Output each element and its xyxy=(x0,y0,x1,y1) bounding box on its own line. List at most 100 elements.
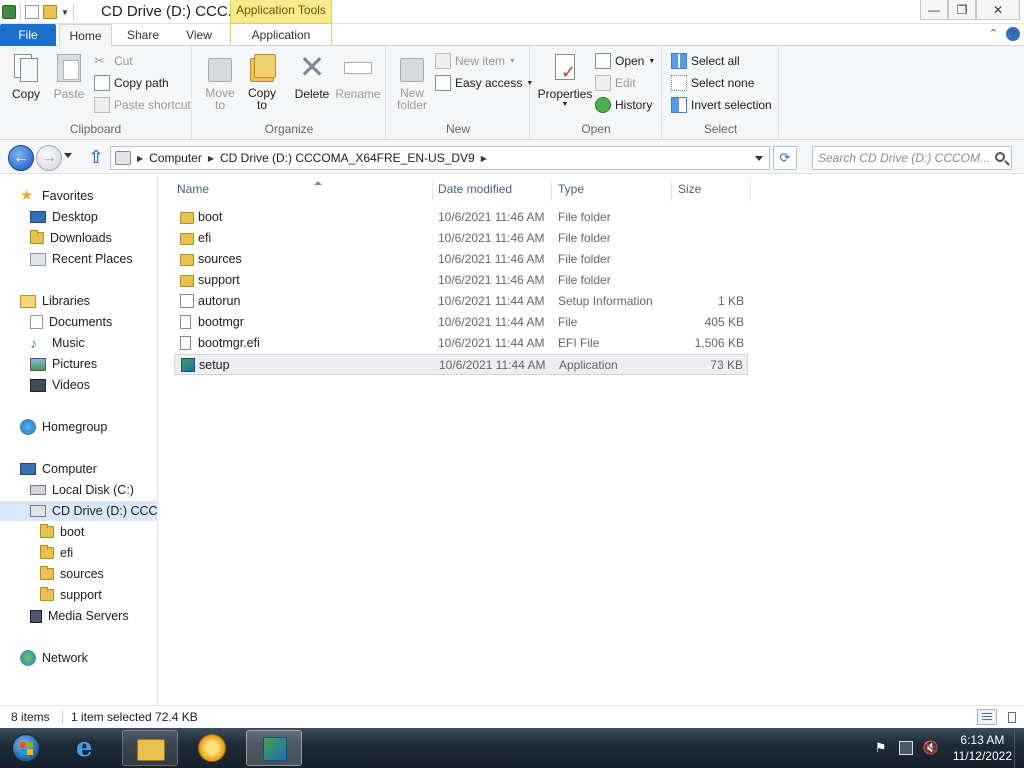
cut-button[interactable]: ✂ Cut xyxy=(94,52,133,70)
easy-access-button[interactable]: Easy access ▼ xyxy=(435,74,533,92)
up-arrow-icon[interactable]: ⇧ xyxy=(88,148,104,167)
nav-efi[interactable]: efi xyxy=(40,543,73,563)
details-view-icon xyxy=(982,713,992,721)
edit-button[interactable]: Edit xyxy=(595,74,636,92)
file-row[interactable]: boot 10/6/2021 11:46 AM File folder xyxy=(174,207,748,228)
nav-videos[interactable]: Videos xyxy=(30,375,90,395)
nav-boot[interactable]: boot xyxy=(40,522,84,542)
nav-documents[interactable]: Documents xyxy=(30,312,112,332)
clock[interactable]: 6:13 AM 11/12/2022 xyxy=(953,732,1012,764)
breadcrumb-computer[interactable]: Computer xyxy=(149,151,202,165)
maximize-button[interactable]: ❐ xyxy=(948,0,976,20)
nav-support[interactable]: support xyxy=(40,585,102,605)
nav-homegroup[interactable]: Homegroup xyxy=(20,417,107,437)
paste-button[interactable]: Paste xyxy=(50,52,88,101)
help-icon[interactable]: ? xyxy=(1006,27,1020,41)
column-separator[interactable] xyxy=(432,179,433,201)
file-name: bootmgr.efi xyxy=(198,336,260,350)
tab-file[interactable]: File xyxy=(0,24,56,46)
history-button[interactable]: History xyxy=(595,96,652,114)
file-row[interactable]: sources 10/6/2021 11:46 AM File folder xyxy=(174,249,748,270)
paste-shortcut-button[interactable]: Paste shortcut xyxy=(94,96,191,114)
file-name: setup xyxy=(199,358,230,372)
column-header-type[interactable]: Type xyxy=(558,181,670,201)
select-all-icon xyxy=(671,53,687,69)
properties-button[interactable]: ✓ Properties ▼ xyxy=(535,52,595,109)
file-row[interactable]: support 10/6/2021 11:46 AM File folder xyxy=(174,270,748,291)
tab-application[interactable]: Application xyxy=(230,24,332,46)
volume-muted-icon[interactable]: 🔇 xyxy=(923,741,939,755)
breadcrumb-arrow-icon[interactable]: ▶ xyxy=(208,154,214,163)
back-button[interactable]: ← xyxy=(8,145,34,171)
new-item-button[interactable]: New item ▼ xyxy=(435,52,516,70)
new-folder-button[interactable]: New folder xyxy=(393,52,431,111)
column-separator[interactable] xyxy=(750,179,751,201)
breadcrumb-cd-drive[interactable]: CD Drive (D:) CCCOMA_X64FRE_EN-US_DV9 xyxy=(220,151,475,165)
recent-locations-dropdown-icon[interactable] xyxy=(64,153,72,158)
taskbar-file-explorer[interactable] xyxy=(122,730,178,766)
nav-downloads[interactable]: Downloads xyxy=(30,228,112,248)
clock-date: 11/12/2022 xyxy=(952,749,1012,763)
qat-dropdown-icon[interactable]: ▼ xyxy=(61,8,69,17)
properties-icon[interactable] xyxy=(25,5,39,19)
action-center-flag-icon[interactable]: ⚑ xyxy=(875,741,889,755)
column-separator[interactable] xyxy=(551,179,552,201)
breadcrumb-arrow-icon[interactable]: ▶ xyxy=(481,154,487,163)
nav-sources[interactable]: sources xyxy=(40,564,104,584)
copy-button[interactable]: Copy xyxy=(6,52,46,101)
nav-cd-drive[interactable]: CD Drive (D:) CCCOI xyxy=(0,501,157,521)
column-header-date[interactable]: Date modified xyxy=(438,181,550,201)
open-group-label: Open xyxy=(581,122,611,136)
nav-favorites[interactable]: ★ Favorites xyxy=(20,186,93,206)
nav-recent-places[interactable]: Recent Places xyxy=(30,249,133,269)
file-row[interactable]: bootmgr.efi 10/6/2021 11:44 AM EFI File 1,5… xyxy=(174,333,748,354)
column-separator[interactable] xyxy=(671,179,672,201)
select-all-button[interactable]: Select all xyxy=(671,52,740,70)
details-view-button[interactable] xyxy=(977,709,997,725)
nav-libraries[interactable]: Libraries xyxy=(20,291,90,311)
open-button[interactable]: Open ▼ xyxy=(595,52,655,70)
file-row[interactable]: setup 10/6/2021 11:44 AM Application 73 KB xyxy=(174,354,748,375)
nav-desktop[interactable]: Desktop xyxy=(30,207,98,227)
new-folder-icon[interactable] xyxy=(43,5,57,19)
address-dropdown-icon[interactable] xyxy=(755,156,763,161)
network-status-icon[interactable] xyxy=(898,741,913,755)
window-icon[interactable] xyxy=(2,5,16,19)
taskbar-internet-explorer[interactable]: e xyxy=(62,730,118,766)
close-button[interactable]: ✕ xyxy=(976,0,1020,20)
nav-computer[interactable]: Computer xyxy=(20,459,97,479)
address-bar[interactable]: ▶ Computer ▶ CD Drive (D:) CCCOMA_X64FRE… xyxy=(110,146,770,170)
file-row[interactable]: bootmgr 10/6/2021 11:44 AM File 405 KB xyxy=(174,312,748,333)
minimize-button[interactable]: — xyxy=(920,0,948,20)
copy-to-button[interactable]: Copy to xyxy=(243,52,281,111)
tab-home[interactable]: Home xyxy=(59,24,112,47)
nav-music[interactable]: ♪ Music xyxy=(30,333,85,353)
column-header-size[interactable]: Size xyxy=(678,181,748,201)
tab-view[interactable]: View xyxy=(174,24,224,46)
file-row[interactable]: autorun 10/6/2021 11:44 AM Setup Informati… xyxy=(174,291,748,312)
tab-share[interactable]: Share xyxy=(118,24,168,46)
search-icon[interactable] xyxy=(995,152,1005,162)
nav-media-servers[interactable]: Media Servers xyxy=(30,606,129,626)
rename-button[interactable]: Rename xyxy=(335,52,381,101)
search-input[interactable]: Search CD Drive (D:) CCCOM... xyxy=(812,146,1012,170)
minimize-ribbon-icon[interactable]: ⌃ xyxy=(989,27,998,41)
nav-local-disk[interactable]: Local Disk (C:) xyxy=(30,480,134,500)
nav-network[interactable]: Network xyxy=(20,648,88,668)
start-button[interactable] xyxy=(4,730,48,766)
column-header-name[interactable]: Name xyxy=(177,181,432,201)
invert-selection-button[interactable]: Invert selection xyxy=(671,96,772,114)
nav-pictures[interactable]: Pictures xyxy=(30,354,97,374)
breadcrumb-arrow-icon[interactable]: ▶ xyxy=(137,154,143,163)
copy-path-button[interactable]: Copy path xyxy=(94,74,169,92)
move-to-button[interactable]: Move to xyxy=(201,52,239,111)
refresh-button[interactable]: ⟳ xyxy=(773,146,797,170)
taskbar-setup[interactable] xyxy=(246,730,302,766)
file-row[interactable]: efi 10/6/2021 11:46 AM File folder xyxy=(174,228,748,249)
taskbar-media-player[interactable] xyxy=(184,730,240,766)
select-none-button[interactable]: Select none xyxy=(671,74,754,92)
forward-button[interactable]: → xyxy=(36,145,62,171)
show-desktop-button[interactable] xyxy=(1014,728,1024,768)
delete-button[interactable]: ✕ Delete xyxy=(289,51,335,101)
large-icons-view-button[interactable] xyxy=(1002,709,1022,725)
